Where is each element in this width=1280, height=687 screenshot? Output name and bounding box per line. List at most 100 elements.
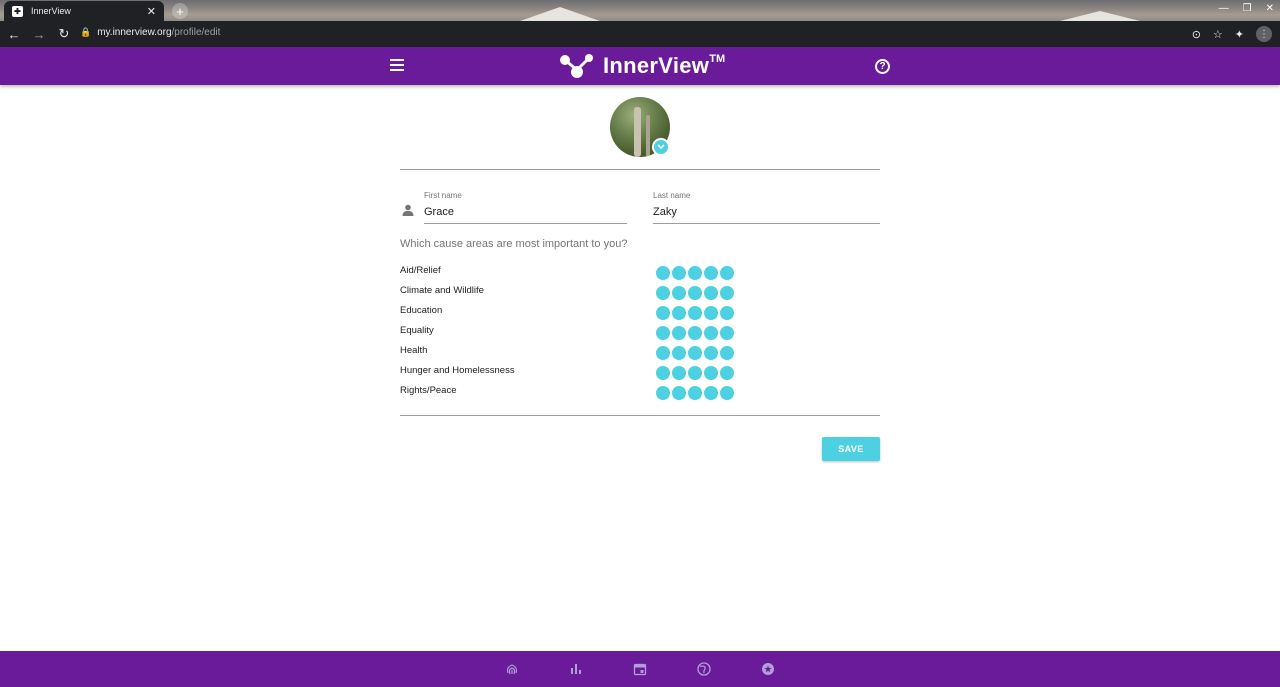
lock-icon: 🔒 bbox=[80, 27, 92, 37]
last-name-field[interactable]: Last name Zaky bbox=[653, 191, 880, 224]
lens-icon[interactable]: ⊙ bbox=[1192, 28, 1201, 41]
rating-dot[interactable] bbox=[688, 366, 702, 380]
first-name-label: First name bbox=[424, 191, 462, 200]
rating-dot[interactable] bbox=[704, 306, 718, 320]
avatar-photo-detail bbox=[646, 115, 650, 157]
cause-label: Equality bbox=[400, 325, 434, 336]
cause-question: Which cause areas are most important to … bbox=[400, 238, 628, 250]
extensions-icon[interactable]: ✦ bbox=[1235, 28, 1244, 41]
url-field[interactable]: 🔒 my.innerview.org/profile/edit bbox=[80, 27, 220, 38]
rating-dot[interactable] bbox=[656, 266, 670, 280]
rating-dot[interactable] bbox=[720, 266, 734, 280]
save-button[interactable]: SAVE bbox=[822, 437, 880, 461]
cause-rating-row bbox=[656, 326, 734, 340]
rating-dot[interactable] bbox=[720, 306, 734, 320]
rating-dot[interactable] bbox=[720, 326, 734, 340]
first-name-field[interactable]: First name Grace bbox=[424, 191, 627, 224]
calendar-icon[interactable] bbox=[633, 662, 647, 676]
restore-icon[interactable]: ❐ bbox=[1243, 3, 1252, 14]
rating-dot[interactable] bbox=[656, 386, 670, 400]
tab-close-icon[interactable]: ✕ bbox=[147, 5, 156, 18]
rating-dot[interactable] bbox=[656, 306, 670, 320]
rating-dot[interactable] bbox=[688, 266, 702, 280]
rating-dot[interactable] bbox=[720, 386, 734, 400]
reload-icon[interactable]: ↻ bbox=[53, 26, 75, 42]
innerview-favicon-icon: ✚ bbox=[12, 5, 23, 17]
fingerprint-icon[interactable] bbox=[505, 662, 519, 676]
new-tab-button[interactable]: + bbox=[172, 3, 188, 19]
innerview-logo-icon bbox=[560, 54, 593, 78]
rating-dot[interactable] bbox=[672, 366, 686, 380]
rating-dot[interactable] bbox=[688, 286, 702, 300]
rating-dot[interactable] bbox=[704, 346, 718, 360]
rating-dot[interactable] bbox=[672, 286, 686, 300]
last-name-label: Last name bbox=[653, 191, 691, 200]
cause-label: Rights/Peace bbox=[400, 385, 457, 396]
browser-menu-icon[interactable]: ⋮ bbox=[1256, 26, 1272, 42]
background-peak bbox=[520, 7, 600, 21]
rating-dot[interactable] bbox=[704, 366, 718, 380]
rating-dot[interactable] bbox=[688, 306, 702, 320]
globe-icon[interactable] bbox=[697, 662, 711, 676]
menu-icon[interactable] bbox=[390, 59, 404, 73]
rating-dot[interactable] bbox=[688, 326, 702, 340]
cause-rating-row bbox=[656, 386, 734, 400]
rating-dot[interactable] bbox=[704, 286, 718, 300]
cause-rating-row bbox=[656, 266, 734, 280]
minimize-icon[interactable]: — bbox=[1219, 3, 1229, 14]
first-name-input[interactable]: Grace bbox=[424, 206, 627, 224]
browser-tab[interactable]: ✚ InnerView ✕ bbox=[4, 1, 164, 21]
rating-dot[interactable] bbox=[688, 386, 702, 400]
rating-dot[interactable] bbox=[672, 346, 686, 360]
innerview-logo[interactable]: InnerView TM bbox=[559, 52, 725, 80]
divider bbox=[400, 415, 880, 416]
back-icon[interactable]: ← bbox=[3, 27, 25, 42]
rating-dot[interactable] bbox=[672, 266, 686, 280]
rating-dot[interactable] bbox=[720, 366, 734, 380]
bookmark-star-icon[interactable]: ☆ bbox=[1213, 28, 1223, 41]
browser-actions: ⊙ ☆ ✦ ⋮ bbox=[1192, 26, 1272, 42]
cause-rating-row bbox=[656, 366, 734, 380]
rating-dot[interactable] bbox=[704, 266, 718, 280]
avatar-chevron-down-icon[interactable] bbox=[652, 138, 670, 156]
avatar-photo-detail bbox=[634, 107, 641, 157]
cause-rating-row bbox=[656, 286, 734, 300]
cause-label: Hunger and Homelessness bbox=[400, 365, 515, 376]
rating-dot[interactable] bbox=[656, 326, 670, 340]
logo-text: InnerView bbox=[603, 53, 710, 78]
close-window-icon[interactable]: ✕ bbox=[1266, 3, 1274, 14]
cause-label: Health bbox=[400, 345, 428, 356]
help-icon[interactable]: ? bbox=[875, 59, 890, 74]
url-path: /profile/edit bbox=[171, 27, 221, 38]
star-badge-icon[interactable] bbox=[761, 662, 775, 676]
url-host: my.innerview.org bbox=[97, 27, 172, 38]
forward-icon[interactable]: → bbox=[28, 27, 50, 42]
cause-label: Aid/Relief bbox=[400, 265, 441, 276]
cause-label: Climate and Wildlife bbox=[400, 285, 484, 296]
bottom-navigation bbox=[0, 651, 1280, 687]
tab-title: InnerView bbox=[31, 6, 71, 16]
rating-dot[interactable] bbox=[672, 386, 686, 400]
rating-dot[interactable] bbox=[656, 286, 670, 300]
rating-dot[interactable] bbox=[688, 346, 702, 360]
bar-chart-icon[interactable] bbox=[569, 662, 583, 676]
rating-dot[interactable] bbox=[720, 286, 734, 300]
window-controls: — ❐ ✕ bbox=[1219, 3, 1274, 14]
cause-label: Education bbox=[400, 305, 443, 316]
logo-trademark: TM bbox=[709, 53, 726, 65]
browser-address-bar: ← → ↻ 🔒 my.innerview.org/profile/edit ⊙ … bbox=[0, 21, 1280, 47]
rating-dot[interactable] bbox=[656, 366, 670, 380]
rating-dot[interactable] bbox=[704, 326, 718, 340]
rating-dot[interactable] bbox=[720, 346, 734, 360]
rating-dot[interactable] bbox=[672, 326, 686, 340]
browser-tab-bar: ✚ InnerView ✕ + — ❐ ✕ bbox=[0, 0, 1280, 21]
rating-dot[interactable] bbox=[704, 386, 718, 400]
app-header: InnerView TM ? bbox=[0, 47, 1280, 85]
rating-dot[interactable] bbox=[656, 346, 670, 360]
rating-dot[interactable] bbox=[672, 306, 686, 320]
last-name-input[interactable]: Zaky bbox=[653, 206, 880, 224]
divider bbox=[400, 169, 880, 170]
person-icon bbox=[402, 204, 414, 216]
cause-rating-row bbox=[656, 346, 734, 360]
cause-rating-row bbox=[656, 306, 734, 320]
